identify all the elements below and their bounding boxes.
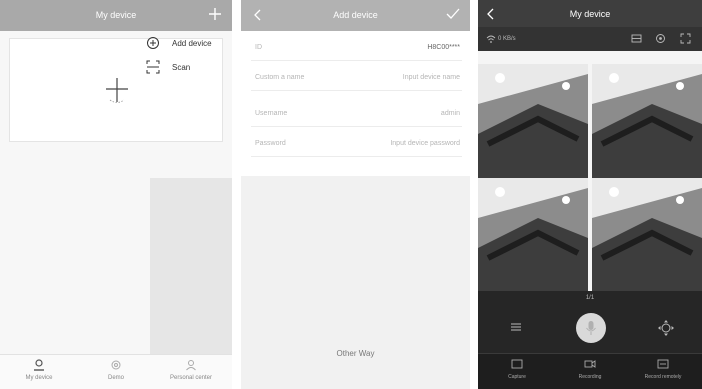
- control-panel: 1/1: [478, 291, 702, 353]
- id-field[interactable]: ID H8C00****: [251, 33, 462, 61]
- capture-icon: [511, 359, 523, 369]
- top-bar: My device: [0, 0, 232, 31]
- scan-icon: [146, 60, 160, 74]
- menu-icon[interactable]: [510, 321, 522, 333]
- bitrate-text: 0 KB/s: [498, 36, 516, 42]
- user-icon: [186, 360, 196, 371]
- field-placeholder: Input device password: [390, 140, 460, 147]
- my-device-screen: My device Add device Scan My device Demo…: [0, 0, 232, 389]
- camera-view-2[interactable]: [592, 64, 702, 178]
- camera-grid: [478, 51, 702, 292]
- tab-capture[interactable]: Capture: [482, 358, 552, 380]
- tab-label: Record remotely: [644, 374, 682, 380]
- background-panel: [150, 178, 232, 354]
- other-way-link[interactable]: Other Way: [241, 349, 470, 358]
- tab-record-remotely[interactable]: Record remotely: [628, 358, 698, 380]
- tab-personal-center[interactable]: Personal center: [156, 359, 226, 381]
- page-indicator: 1/1: [585, 295, 595, 301]
- menu-item-scan[interactable]: Scan: [146, 58, 190, 76]
- menu-item-add-device[interactable]: Add device: [146, 34, 212, 52]
- field-label: Username: [255, 110, 288, 117]
- field-value: admin: [440, 110, 460, 117]
- confirm-check-icon[interactable]: [446, 8, 460, 20]
- top-bar: My device: [478, 0, 702, 27]
- fullscreen-icon[interactable]: [680, 33, 691, 44]
- username-field[interactable]: Username admin: [251, 99, 462, 127]
- field-label: ID: [255, 44, 262, 51]
- tab-recording[interactable]: Recording: [555, 358, 625, 380]
- field-placeholder: Input device name: [402, 74, 460, 81]
- tab-label: My device: [25, 375, 53, 381]
- settings-icon[interactable]: [655, 33, 666, 44]
- record-remote-icon: [657, 359, 669, 369]
- page-title: My device: [95, 10, 137, 20]
- tab-label: Recording: [578, 374, 602, 380]
- password-field[interactable]: Password Input device password: [251, 129, 462, 157]
- tab-label: Capture: [508, 374, 526, 380]
- ptz-control-icon[interactable]: [657, 319, 675, 337]
- camera-view-3[interactable]: [478, 178, 588, 292]
- top-bar: Add device: [241, 0, 470, 31]
- gear-icon: [111, 360, 121, 370]
- field-label: Custom a name: [255, 74, 305, 81]
- live-view-screen: My device 0 KB/s 1/1 Capture Recording R…: [478, 0, 702, 389]
- plus-circle-icon: [147, 37, 159, 49]
- wifi-icon: [486, 35, 496, 43]
- field-label: Password: [255, 140, 286, 147]
- tab-label: Personal center: [169, 375, 213, 381]
- person-icon: [34, 359, 44, 371]
- page-title: My device: [569, 9, 611, 19]
- camera-view-4[interactable]: [592, 178, 702, 292]
- microphone-button[interactable]: [576, 313, 606, 343]
- add-device-plus-icon[interactable]: [104, 76, 130, 106]
- field-value: H8C00****: [427, 44, 460, 51]
- menu-label: Scan: [172, 62, 191, 72]
- tab-demo[interactable]: Demo: [81, 359, 151, 381]
- bottom-tab-bar: My device Demo Personal center: [0, 354, 232, 389]
- add-icon[interactable]: [208, 7, 222, 21]
- layout-icon[interactable]: [631, 33, 642, 44]
- name-field[interactable]: Custom a name Input device name: [251, 63, 462, 91]
- bottom-tab-bar: Capture Recording Record remotely: [478, 353, 702, 389]
- add-device-screen: Add device ID H8C00**** Custom a name In…: [241, 0, 470, 389]
- menu-label: Add device: [172, 38, 212, 48]
- camera-view-1[interactable]: [478, 64, 588, 178]
- page-title: Add device: [333, 10, 378, 20]
- tab-my-device[interactable]: My device: [4, 359, 74, 381]
- tab-label: Demo: [107, 375, 124, 381]
- recording-icon: [584, 360, 596, 368]
- microphone-icon: [586, 321, 596, 335]
- status-bar: 0 KB/s: [478, 27, 702, 51]
